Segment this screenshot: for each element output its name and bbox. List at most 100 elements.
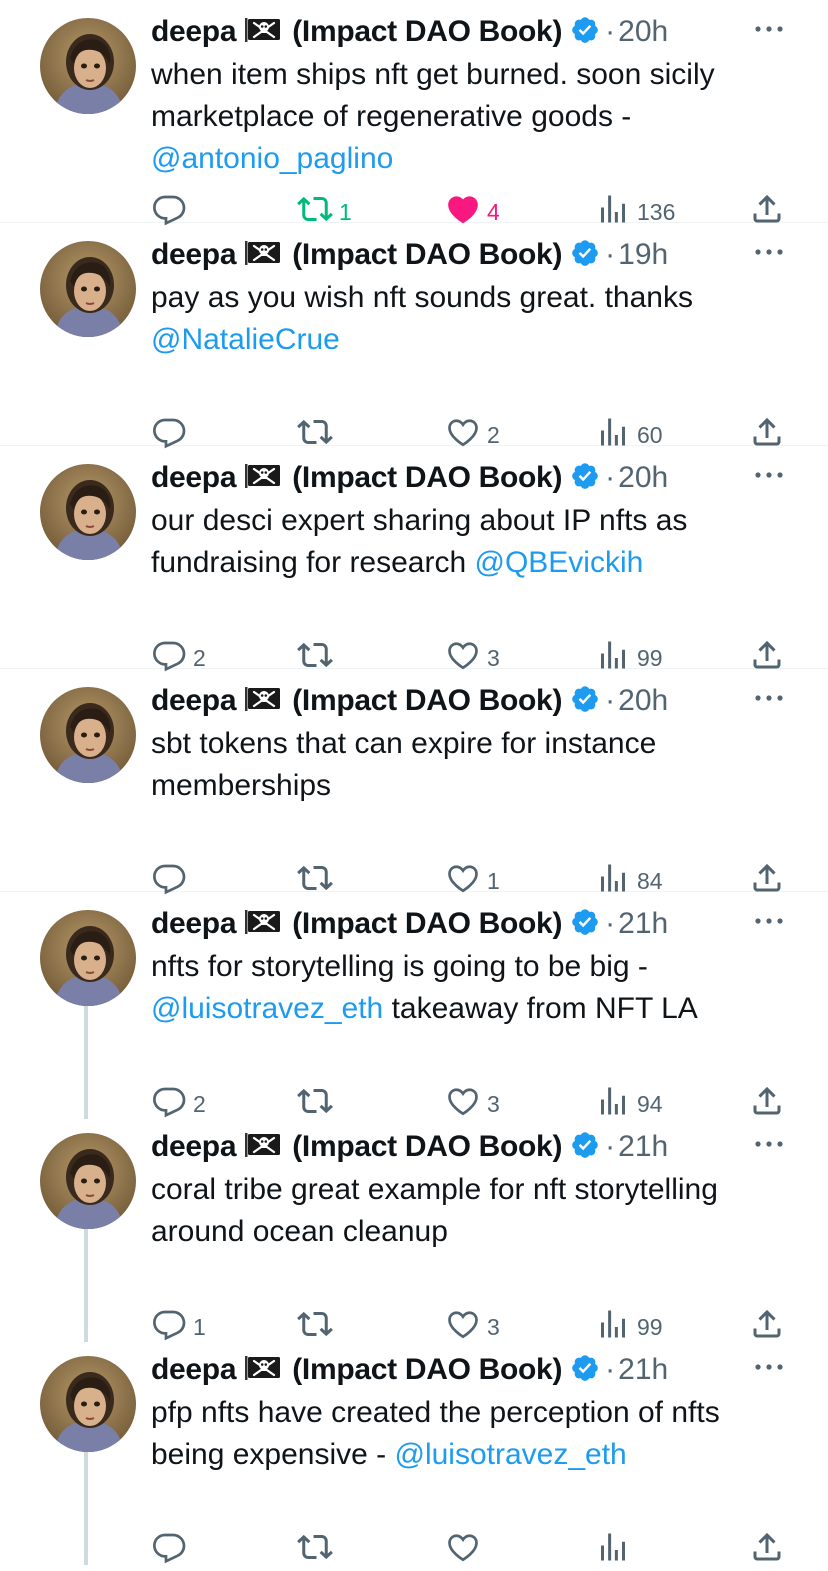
tweet-text: when item ships nft get burned. soon sic… bbox=[151, 54, 791, 180]
views-count: 60 bbox=[637, 421, 663, 448]
reply-count: 1 bbox=[193, 1313, 206, 1340]
views-count: 99 bbox=[637, 1313, 663, 1340]
thread-line bbox=[84, 992, 88, 1119]
author-suffix[interactable]: (Impact DAO Book) bbox=[292, 461, 562, 495]
verified-icon bbox=[570, 1130, 600, 1165]
more-icon[interactable] bbox=[752, 460, 786, 490]
author-suffix[interactable]: (Impact DAO Book) bbox=[292, 1353, 562, 1387]
mention-link[interactable]: @luisotravez_eth bbox=[395, 1438, 627, 1471]
reply-button[interactable] bbox=[151, 1530, 193, 1570]
author-name[interactable]: deepa bbox=[151, 684, 237, 718]
pirate-flag-icon bbox=[244, 686, 282, 717]
share-button[interactable] bbox=[749, 1530, 785, 1570]
separator-dot: · bbox=[605, 238, 616, 271]
views-count: 84 bbox=[637, 867, 663, 894]
tweet-text: pfp nfts have created the perception of … bbox=[151, 1392, 791, 1476]
more-icon[interactable] bbox=[752, 14, 786, 44]
separator-dot: · bbox=[605, 907, 616, 940]
tweet-header: deepa (Impact DAO Book) bbox=[151, 10, 718, 54]
author-suffix[interactable]: (Impact DAO Book) bbox=[292, 1130, 562, 1164]
tweet-text: nfts for storytelling is going to be big… bbox=[151, 946, 791, 1030]
more-icon[interactable] bbox=[752, 1352, 786, 1382]
tweet[interactable]: deepa (Impact DAO Book) bbox=[0, 1338, 828, 1565]
tweet[interactable]: deepa (Impact DAO Book) bbox=[0, 892, 828, 1119]
more-icon[interactable] bbox=[752, 906, 786, 936]
tweet-text: sbt tokens that can expire for instance … bbox=[151, 723, 791, 807]
thread-line bbox=[84, 1215, 88, 1342]
like-count: 4 bbox=[487, 198, 500, 225]
views-button[interactable] bbox=[595, 1530, 637, 1570]
author-suffix[interactable]: (Impact DAO Book) bbox=[292, 907, 562, 941]
tweet-feed: deepa (Impact DAO Book) · 20h when item … bbox=[0, 0, 828, 1565]
tweet[interactable]: deepa (Impact DAO Book) bbox=[0, 669, 828, 895]
pirate-flag-icon bbox=[244, 1355, 282, 1386]
author-suffix[interactable]: (Impact DAO Book) bbox=[292, 15, 562, 49]
tweet-actions bbox=[151, 1530, 791, 1570]
author-name[interactable]: deepa bbox=[151, 15, 237, 49]
tweet-text: our desci expert sharing about IP nfts a… bbox=[151, 500, 791, 584]
avatar[interactable] bbox=[40, 241, 136, 337]
tweet[interactable]: deepa (Impact DAO Book) bbox=[0, 446, 828, 672]
tweet[interactable]: deepa (Impact DAO Book) bbox=[0, 0, 828, 226]
separator-dot: · bbox=[605, 1130, 616, 1163]
timestamp[interactable]: 21h bbox=[618, 907, 668, 941]
tweet-text: pay as you wish nft sounds great. thanks… bbox=[151, 277, 791, 361]
author-name[interactable]: deepa bbox=[151, 907, 237, 941]
separator-dot: · bbox=[605, 1353, 616, 1386]
like-count: 1 bbox=[487, 867, 500, 894]
avatar[interactable] bbox=[40, 1133, 136, 1229]
verified-icon bbox=[570, 461, 600, 496]
timestamp[interactable]: 21h bbox=[618, 1130, 668, 1164]
avatar[interactable] bbox=[40, 464, 136, 560]
verified-icon bbox=[570, 1353, 600, 1388]
tweet-header: deepa (Impact DAO Book) bbox=[151, 1125, 718, 1169]
views-count: 94 bbox=[637, 1090, 663, 1117]
more-icon[interactable] bbox=[752, 683, 786, 713]
pirate-flag-icon bbox=[244, 1132, 282, 1163]
retweet-count: 1 bbox=[339, 198, 352, 225]
tweet-header: deepa (Impact DAO Book) bbox=[151, 1348, 718, 1392]
timestamp[interactable]: 20h bbox=[618, 15, 668, 49]
timestamp[interactable]: 20h bbox=[618, 461, 668, 495]
author-name[interactable]: deepa bbox=[151, 1353, 237, 1387]
mention-link[interactable]: @NatalieCrue bbox=[151, 323, 340, 356]
like-count: 2 bbox=[487, 421, 500, 448]
timestamp[interactable]: 21h bbox=[618, 1353, 668, 1387]
mention-link[interactable]: @QBEvickih bbox=[475, 546, 644, 579]
avatar[interactable] bbox=[40, 1356, 136, 1452]
tweet[interactable]: deepa (Impact DAO Book) bbox=[0, 223, 828, 449]
reply-count: 2 bbox=[193, 1090, 206, 1117]
retweet-icon bbox=[297, 1529, 333, 1571]
tweet-header: deepa (Impact DAO Book) bbox=[151, 902, 718, 946]
tweet[interactable]: deepa (Impact DAO Book) bbox=[0, 1115, 828, 1342]
like-button[interactable] bbox=[445, 1530, 487, 1570]
text-segment: pay as you wish nft sounds great. thanks bbox=[151, 281, 693, 314]
more-icon[interactable] bbox=[752, 237, 786, 267]
timestamp[interactable]: 20h bbox=[618, 684, 668, 718]
retweet-button[interactable] bbox=[297, 1530, 339, 1570]
text-segment: when item ships nft get burned. soon sic… bbox=[151, 58, 715, 133]
author-name[interactable]: deepa bbox=[151, 238, 237, 272]
views-icon bbox=[595, 1529, 631, 1571]
heart-icon bbox=[445, 1529, 481, 1571]
author-name[interactable]: deepa bbox=[151, 461, 237, 495]
author-suffix[interactable]: (Impact DAO Book) bbox=[292, 684, 562, 718]
text-segment: coral tribe great example for nft storyt… bbox=[151, 1173, 718, 1248]
mention-link[interactable]: @luisotravez_eth bbox=[151, 992, 383, 1025]
avatar[interactable] bbox=[40, 910, 136, 1006]
author-suffix[interactable]: (Impact DAO Book) bbox=[292, 238, 562, 272]
reply-count: 2 bbox=[193, 644, 206, 671]
author-name[interactable]: deepa bbox=[151, 1130, 237, 1164]
views-count: 99 bbox=[637, 644, 663, 671]
avatar[interactable] bbox=[40, 18, 136, 114]
mention-link[interactable]: @antonio_paglino bbox=[151, 142, 393, 175]
reply-icon bbox=[151, 1529, 187, 1571]
text-segment: nfts for storytelling is going to be big… bbox=[151, 950, 648, 983]
more-icon[interactable] bbox=[752, 1129, 786, 1159]
verified-icon bbox=[570, 15, 600, 50]
avatar[interactable] bbox=[40, 687, 136, 783]
timestamp[interactable]: 19h bbox=[618, 238, 668, 272]
tweet-text: coral tribe great example for nft storyt… bbox=[151, 1169, 791, 1253]
pirate-flag-icon bbox=[244, 909, 282, 940]
tweet-header: deepa (Impact DAO Book) bbox=[151, 233, 718, 277]
